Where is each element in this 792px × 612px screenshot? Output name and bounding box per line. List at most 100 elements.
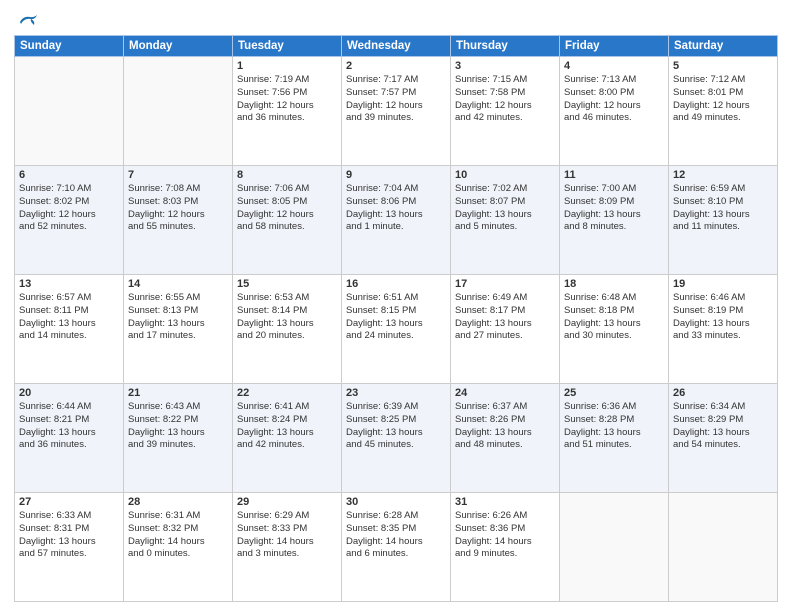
calendar-day-cell <box>669 493 778 602</box>
day-number: 24 <box>455 387 555 399</box>
weekday-header-wednesday: Wednesday <box>342 36 451 57</box>
calendar-day-cell: 13 Sunrise: 6:57 AM Sunset: 8:11 PM Dayli… <box>15 275 124 384</box>
day-number: 16 <box>346 278 446 290</box>
calendar-week-row: 20 Sunrise: 6:44 AM Sunset: 8:21 PM Dayli… <box>15 384 778 493</box>
calendar-day-cell: 10 Sunrise: 7:02 AM Sunset: 8:07 PM Dayli… <box>451 166 560 275</box>
day-number: 6 <box>19 169 119 181</box>
calendar-week-row: 1Sunrise: 7:19 AM Sunset: 7:56 PM Daylig… <box>15 57 778 166</box>
day-number: 12 <box>673 169 773 181</box>
calendar-day-cell: 24 Sunrise: 6:37 AM Sunset: 8:26 PM Dayli… <box>451 384 560 493</box>
logo-bird-icon <box>17 10 39 28</box>
day-number: 10 <box>455 169 555 181</box>
calendar-day-cell: 16 Sunrise: 6:51 AM Sunset: 8:15 PM Dayli… <box>342 275 451 384</box>
day-info: Sunrise: 6:55 AM Sunset: 8:13 PM Dayligh… <box>128 292 228 343</box>
day-info: Sunrise: 7:00 AM Sunset: 8:09 PM Dayligh… <box>564 183 664 234</box>
calendar-day-cell: 29 Sunrise: 6:29 AM Sunset: 8:33 PM Dayli… <box>233 493 342 602</box>
calendar-day-cell: 26 Sunrise: 6:34 AM Sunset: 8:29 PM Dayli… <box>669 384 778 493</box>
day-number: 7 <box>128 169 228 181</box>
weekday-header-saturday: Saturday <box>669 36 778 57</box>
day-info: Sunrise: 6:43 AM Sunset: 8:22 PM Dayligh… <box>128 401 228 452</box>
day-info: Sunrise: 6:57 AM Sunset: 8:11 PM Dayligh… <box>19 292 119 343</box>
calendar-day-cell: 27Sunrise: 6:33 AM Sunset: 8:31 PM Dayli… <box>15 493 124 602</box>
day-number: 17 <box>455 278 555 290</box>
day-number: 2 <box>346 60 446 72</box>
day-info: Sunrise: 7:06 AM Sunset: 8:05 PM Dayligh… <box>237 183 337 234</box>
weekday-header-sunday: Sunday <box>15 36 124 57</box>
day-number: 25 <box>564 387 664 399</box>
calendar-day-cell: 6Sunrise: 7:10 AM Sunset: 8:02 PM Daylig… <box>15 166 124 275</box>
day-info: Sunrise: 7:02 AM Sunset: 8:07 PM Dayligh… <box>455 183 555 234</box>
calendar-day-cell: 30Sunrise: 6:28 AM Sunset: 8:35 PM Dayli… <box>342 493 451 602</box>
calendar-table: SundayMondayTuesdayWednesdayThursdayFrid… <box>14 35 778 602</box>
day-info: Sunrise: 6:59 AM Sunset: 8:10 PM Dayligh… <box>673 183 773 234</box>
calendar-day-cell: 3 Sunrise: 7:15 AM Sunset: 7:58 PM Daylig… <box>451 57 560 166</box>
calendar-day-cell: 2 Sunrise: 7:17 AM Sunset: 7:57 PM Daylig… <box>342 57 451 166</box>
calendar-day-cell: 7 Sunrise: 7:08 AM Sunset: 8:03 PM Daylig… <box>124 166 233 275</box>
weekday-header-tuesday: Tuesday <box>233 36 342 57</box>
calendar-week-row: 6Sunrise: 7:10 AM Sunset: 8:02 PM Daylig… <box>15 166 778 275</box>
calendar-day-cell: 18 Sunrise: 6:48 AM Sunset: 8:18 PM Dayli… <box>560 275 669 384</box>
day-number: 26 <box>673 387 773 399</box>
day-info: Sunrise: 7:04 AM Sunset: 8:06 PM Dayligh… <box>346 183 446 234</box>
day-number: 21 <box>128 387 228 399</box>
calendar-day-cell <box>124 57 233 166</box>
day-info: Sunrise: 7:12 AM Sunset: 8:01 PM Dayligh… <box>673 74 773 125</box>
day-info: Sunrise: 7:19 AM Sunset: 7:56 PM Dayligh… <box>237 74 337 125</box>
calendar-day-cell: 11 Sunrise: 7:00 AM Sunset: 8:09 PM Dayli… <box>560 166 669 275</box>
day-number: 28 <box>128 496 228 508</box>
calendar-day-cell: 31 Sunrise: 6:26 AM Sunset: 8:36 PM Dayli… <box>451 493 560 602</box>
day-info: Sunrise: 6:48 AM Sunset: 8:18 PM Dayligh… <box>564 292 664 343</box>
calendar-day-cell <box>560 493 669 602</box>
weekday-header-row: SundayMondayTuesdayWednesdayThursdayFrid… <box>15 36 778 57</box>
day-info: Sunrise: 6:26 AM Sunset: 8:36 PM Dayligh… <box>455 510 555 561</box>
day-info: Sunrise: 6:46 AM Sunset: 8:19 PM Dayligh… <box>673 292 773 343</box>
day-number: 18 <box>564 278 664 290</box>
calendar-week-row: 27Sunrise: 6:33 AM Sunset: 8:31 PM Dayli… <box>15 493 778 602</box>
calendar-day-cell: 19 Sunrise: 6:46 AM Sunset: 8:19 PM Dayli… <box>669 275 778 384</box>
day-number: 3 <box>455 60 555 72</box>
day-number: 23 <box>346 387 446 399</box>
logo <box>14 10 39 29</box>
day-number: 11 <box>564 169 664 181</box>
day-info: Sunrise: 6:49 AM Sunset: 8:17 PM Dayligh… <box>455 292 555 343</box>
calendar-day-cell: 21 Sunrise: 6:43 AM Sunset: 8:22 PM Dayli… <box>124 384 233 493</box>
weekday-header-thursday: Thursday <box>451 36 560 57</box>
day-number: 19 <box>673 278 773 290</box>
day-number: 29 <box>237 496 337 508</box>
calendar-day-cell: 28Sunrise: 6:31 AM Sunset: 8:32 PM Dayli… <box>124 493 233 602</box>
day-number: 5 <box>673 60 773 72</box>
calendar-day-cell: 9 Sunrise: 7:04 AM Sunset: 8:06 PM Daylig… <box>342 166 451 275</box>
day-info: Sunrise: 6:53 AM Sunset: 8:14 PM Dayligh… <box>237 292 337 343</box>
calendar-day-cell: 15 Sunrise: 6:53 AM Sunset: 8:14 PM Dayli… <box>233 275 342 384</box>
day-number: 4 <box>564 60 664 72</box>
day-number: 9 <box>346 169 446 181</box>
day-info: Sunrise: 6:29 AM Sunset: 8:33 PM Dayligh… <box>237 510 337 561</box>
day-info: Sunrise: 7:13 AM Sunset: 8:00 PM Dayligh… <box>564 74 664 125</box>
header <box>14 10 778 29</box>
day-info: Sunrise: 6:41 AM Sunset: 8:24 PM Dayligh… <box>237 401 337 452</box>
calendar-day-cell: 25 Sunrise: 6:36 AM Sunset: 8:28 PM Dayli… <box>560 384 669 493</box>
day-number: 14 <box>128 278 228 290</box>
calendar-day-cell <box>15 57 124 166</box>
calendar-day-cell: 1Sunrise: 7:19 AM Sunset: 7:56 PM Daylig… <box>233 57 342 166</box>
day-number: 13 <box>19 278 119 290</box>
calendar-day-cell: 8Sunrise: 7:06 AM Sunset: 8:05 PM Daylig… <box>233 166 342 275</box>
calendar-day-cell: 22Sunrise: 6:41 AM Sunset: 8:24 PM Dayli… <box>233 384 342 493</box>
day-info: Sunrise: 6:37 AM Sunset: 8:26 PM Dayligh… <box>455 401 555 452</box>
day-number: 31 <box>455 496 555 508</box>
day-number: 20 <box>19 387 119 399</box>
day-info: Sunrise: 6:36 AM Sunset: 8:28 PM Dayligh… <box>564 401 664 452</box>
calendar-week-row: 13 Sunrise: 6:57 AM Sunset: 8:11 PM Dayli… <box>15 275 778 384</box>
day-info: Sunrise: 6:44 AM Sunset: 8:21 PM Dayligh… <box>19 401 119 452</box>
weekday-header-monday: Monday <box>124 36 233 57</box>
day-info: Sunrise: 6:51 AM Sunset: 8:15 PM Dayligh… <box>346 292 446 343</box>
day-info: Sunrise: 6:34 AM Sunset: 8:29 PM Dayligh… <box>673 401 773 452</box>
calendar-day-cell: 5 Sunrise: 7:12 AM Sunset: 8:01 PM Daylig… <box>669 57 778 166</box>
day-info: Sunrise: 7:17 AM Sunset: 7:57 PM Dayligh… <box>346 74 446 125</box>
day-info: Sunrise: 6:28 AM Sunset: 8:35 PM Dayligh… <box>346 510 446 561</box>
day-info: Sunrise: 7:08 AM Sunset: 8:03 PM Dayligh… <box>128 183 228 234</box>
day-info: Sunrise: 7:15 AM Sunset: 7:58 PM Dayligh… <box>455 74 555 125</box>
day-number: 15 <box>237 278 337 290</box>
day-info: Sunrise: 6:39 AM Sunset: 8:25 PM Dayligh… <box>346 401 446 452</box>
calendar-day-cell: 23 Sunrise: 6:39 AM Sunset: 8:25 PM Dayli… <box>342 384 451 493</box>
